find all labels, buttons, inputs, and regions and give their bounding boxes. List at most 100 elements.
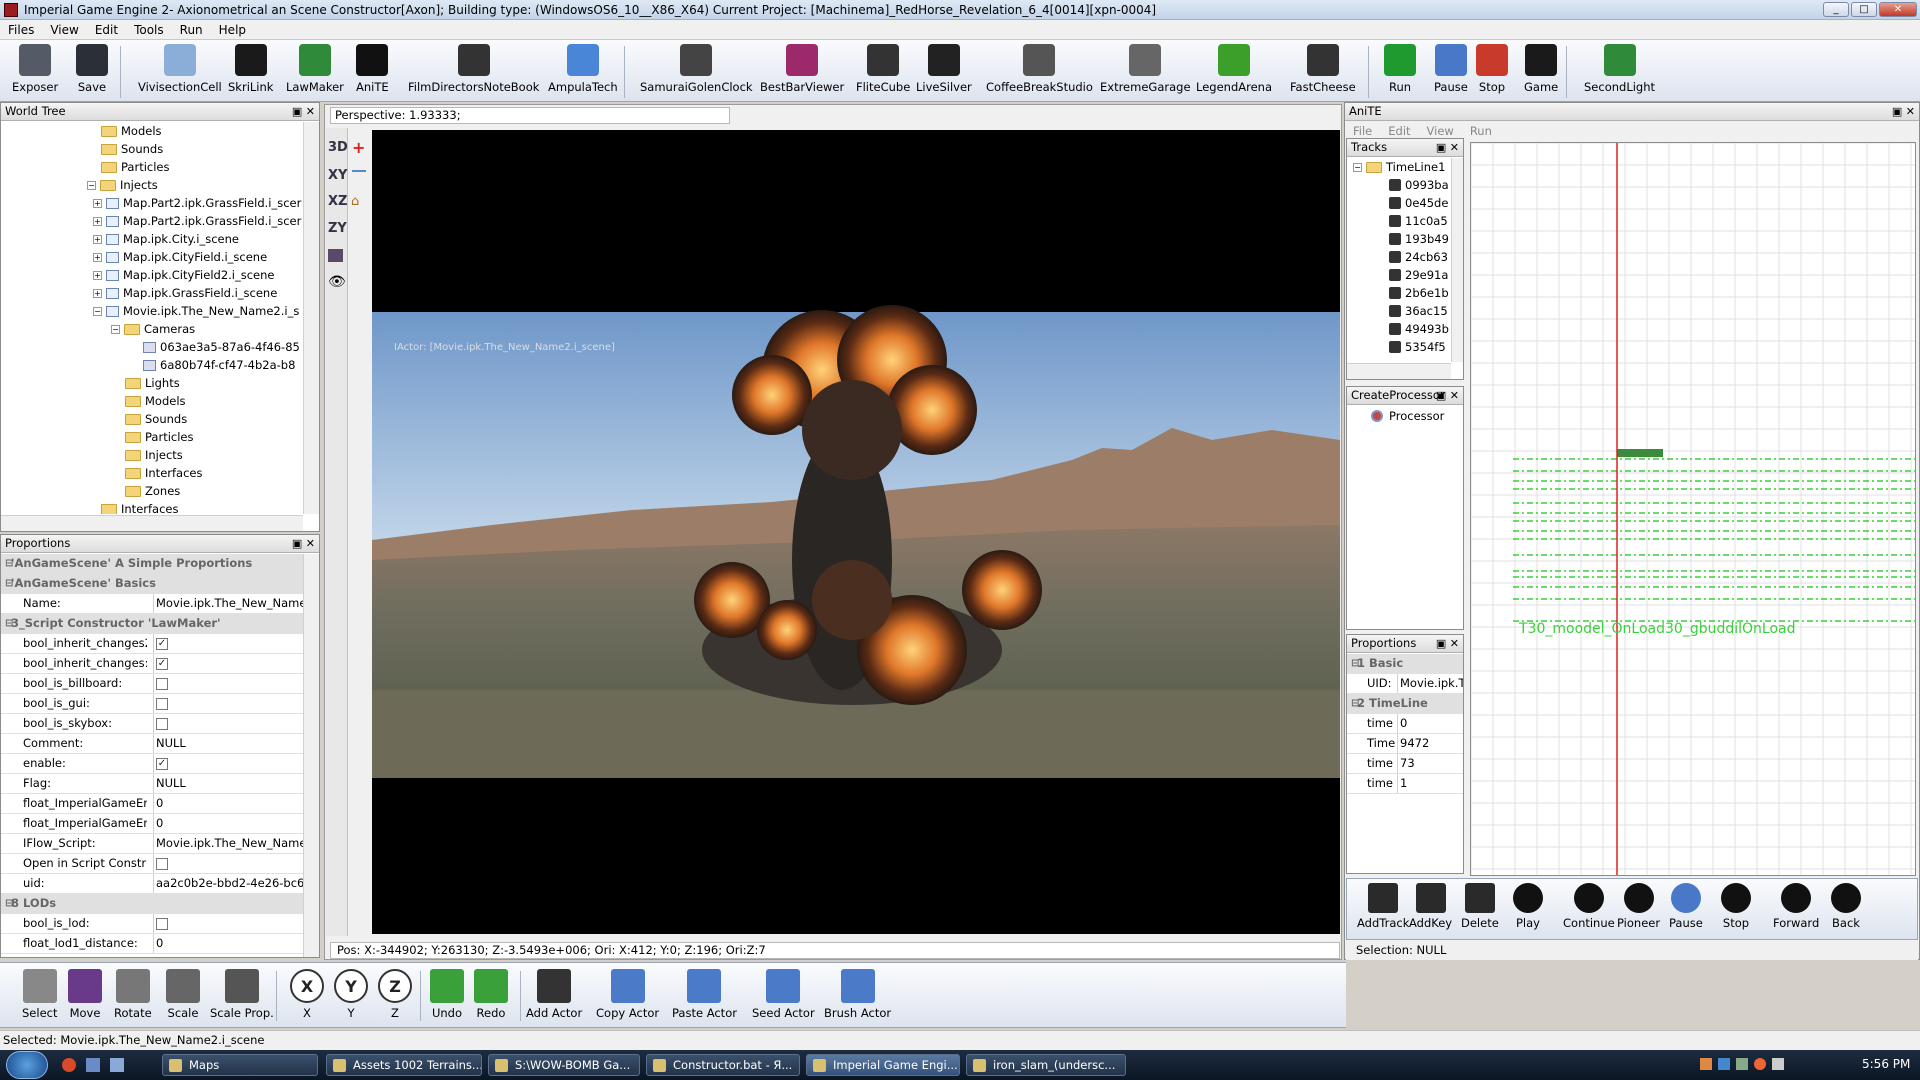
property-row[interactable]: float_ImperialGameEngi 0 — [1, 814, 303, 834]
property-row[interactable]: Comment: NULL — [1, 734, 303, 754]
quicklaunch-browser-icon[interactable] — [62, 1058, 76, 1072]
tree-item[interactable]: Models — [125, 392, 186, 410]
panel-pin-close-icon[interactable]: ▣ ✕ — [1436, 635, 1459, 652]
toolbar-extremegarage-button[interactable]: ExtremeGarage — [1100, 44, 1191, 100]
toolbar-ampulatech-button[interactable]: AmpulaTech — [548, 44, 618, 100]
tool-rotate-button[interactable]: Rotate — [114, 969, 152, 1020]
track-item[interactable]: 11c0a5 — [1389, 212, 1448, 230]
add-marker-icon[interactable]: + — [352, 138, 365, 157]
property-value[interactable]: 0 — [153, 794, 303, 813]
property-row[interactable]: float_ImperialGameEngi 0 — [1, 794, 303, 814]
property-value[interactable]: 9472 — [1397, 734, 1463, 753]
tree-item[interactable]: 6a80b74f-cf47-4b2a-b8 — [143, 356, 295, 374]
property-checkbox[interactable]: ✓ — [156, 757, 168, 770]
tool-add-actor-button[interactable]: Add Actor — [526, 969, 582, 1020]
property-row[interactable]: bool_is_gui: — [1, 694, 303, 714]
property-value[interactable]: 0 — [1397, 714, 1463, 733]
property-row[interactable]: bool_is_lod: — [1, 914, 303, 934]
anite-forward-button[interactable]: Forward — [1773, 883, 1819, 930]
tool-z-button[interactable]: ZZ — [378, 969, 412, 1020]
horizon-icon[interactable] — [352, 170, 366, 172]
tool-scale-button[interactable]: Scale — [166, 969, 200, 1020]
property-value-cell[interactable] — [153, 694, 303, 713]
property-row[interactable]: uid: aa2c0b2e-bbd2-4e26-bc6f-f — [1, 874, 303, 894]
expand-toggle-icon[interactable]: − — [111, 324, 120, 334]
tool-seed-actor-button[interactable]: Seed Actor — [752, 969, 815, 1020]
panel-pin-close-icon[interactable]: ▣ ✕ — [1436, 139, 1459, 156]
close-button[interactable]: ✕ — [1879, 2, 1917, 17]
property-value[interactable]: aa2c0b2e-bbd2-4e26-bc6f-f — [153, 874, 303, 893]
property-row[interactable]: Flag: NULL — [1, 774, 303, 794]
view-zy-button[interactable]: ZY — [328, 221, 347, 236]
panel-pin-close-icon[interactable]: ▣ ✕ — [1436, 387, 1459, 404]
tool-undo-button[interactable]: Undo — [430, 969, 464, 1020]
property-row[interactable]: bool_is_billboard: — [1, 674, 303, 694]
tool-brush-actor-button[interactable]: Brush Actor — [824, 969, 891, 1020]
quicklaunch-explorer-icon[interactable] — [86, 1058, 100, 1072]
maximize-button[interactable]: □ — [1851, 2, 1877, 17]
proportions-vscroll[interactable] — [303, 554, 319, 957]
tray-icon[interactable] — [1700, 1058, 1712, 1070]
property-checkbox[interactable] — [156, 697, 168, 710]
menu-tools[interactable]: Tools — [126, 23, 172, 37]
property-value[interactable]: Movie.ipk.The_New_Name2. — [153, 834, 303, 853]
anite-menu-run[interactable]: Run — [1462, 122, 1500, 140]
volume-icon[interactable] — [1772, 1058, 1784, 1070]
toolbar-anite-button[interactable]: AniTE — [356, 44, 389, 100]
property-value-cell[interactable]: ✓ — [153, 634, 303, 653]
toolbar-save-button[interactable]: Save — [76, 44, 108, 100]
taskbar-item[interactable]: Constructor.bat - Я... — [646, 1054, 800, 1076]
start-button[interactable] — [6, 1051, 48, 1079]
tree-item[interactable]: + Map.ipk.GrassField.i_scene — [93, 284, 277, 302]
tool-paste-actor-button[interactable]: Paste Actor — [672, 969, 737, 1020]
expand-toggle-icon[interactable]: − — [1353, 162, 1362, 172]
property-row[interactable]: Name: Movie.ipk.The_New_Name2. — [1, 594, 303, 614]
panel-pin-close-icon[interactable]: ▣ ✕ — [1892, 103, 1915, 120]
property-value[interactable]: NULL — [153, 774, 303, 793]
taskbar-item[interactable]: Maps — [162, 1054, 318, 1076]
tool-copy-actor-button[interactable]: Copy Actor — [596, 969, 659, 1020]
tree-item[interactable]: Zones — [125, 482, 180, 500]
quicklaunch-desktop-icon[interactable] — [110, 1058, 124, 1072]
property-value[interactable]: 0 — [153, 814, 303, 833]
panel-pin-close-icon[interactable]: ▣ ✕ — [292, 103, 315, 120]
view-xz-button[interactable]: XZ — [328, 194, 347, 209]
property-row[interactable]: IFlow_Script: Movie.ipk.The_New_Name2. — [1, 834, 303, 854]
track-item[interactable]: 24cb63 — [1389, 248, 1448, 266]
toolbar-legendarena-button[interactable]: LegendArena — [1196, 44, 1272, 100]
minimize-button[interactable]: _ — [1823, 2, 1849, 17]
toolbar-secondlight-button[interactable]: SecondLight — [1584, 44, 1655, 100]
taskbar-item[interactable]: S:\WOW-BOMB Ga... — [488, 1054, 640, 1076]
toolbar-pause-button[interactable]: Pause — [1434, 44, 1468, 100]
property-checkbox[interactable]: ✓ — [156, 657, 168, 670]
column-icon[interactable]: ⌂ — [351, 194, 359, 209]
tool-move-button[interactable]: Move — [68, 969, 102, 1020]
property-row[interactable]: Open in Script Construc — [1, 854, 303, 874]
toolbar-exposer-button[interactable]: Exposer — [12, 44, 58, 100]
property-checkbox[interactable] — [156, 857, 168, 870]
menu-view[interactable]: View — [42, 23, 86, 37]
property-row[interactable]: time 0 — [1347, 714, 1463, 734]
tree-item[interactable]: Interfaces — [101, 500, 178, 514]
track-item[interactable]: 36ac15 — [1389, 302, 1448, 320]
anite-stop-button[interactable]: Stop — [1721, 883, 1751, 930]
track-item[interactable]: 2b6e1b — [1389, 284, 1449, 302]
tool-scale-prop--button[interactable]: Scale Prop. — [210, 969, 274, 1020]
tree-item[interactable]: Interfaces — [125, 464, 202, 482]
3d-viewport[interactable]: IActor: [Movie.ipk.The_New_Name2.i_scene… — [372, 130, 1340, 934]
tree-item[interactable]: + Map.Part2.ipk.GrassField.i_scer — [93, 212, 301, 230]
toolbar-game-button[interactable]: Game — [1524, 44, 1558, 100]
tray-icon[interactable] — [1718, 1058, 1730, 1070]
property-checkbox[interactable]: ✓ — [156, 637, 168, 650]
property-value[interactable]: Movie.ipk.The_New_Name2. — [153, 594, 303, 613]
property-row[interactable]: bool_inherit_changes2: ✓ — [1, 634, 303, 654]
tool-redo-button[interactable]: Redo — [474, 969, 508, 1020]
track-item[interactable]: 0993ba — [1389, 176, 1449, 194]
track-item[interactable]: 29e91a — [1389, 266, 1448, 284]
taskbar-item[interactable]: Imperial Game Engi... — [806, 1054, 960, 1076]
property-value-cell[interactable]: ✓ — [153, 654, 303, 673]
expand-toggle-icon[interactable]: + — [93, 234, 102, 244]
anite-pioneer-button[interactable]: Pioneer — [1617, 883, 1660, 930]
toolbar-coffeebreakstudio-button[interactable]: CoffeeBreakStudio — [986, 44, 1093, 100]
anite-pause-button[interactable]: Pause — [1669, 883, 1703, 930]
